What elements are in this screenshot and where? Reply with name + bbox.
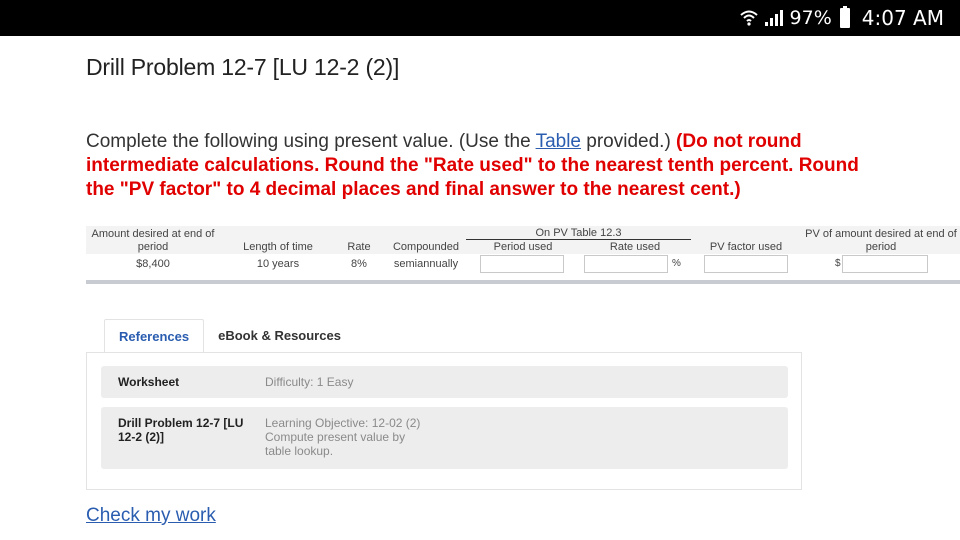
cell-rate: 8% <box>351 258 367 270</box>
status-icons: 97% 4:07 AM <box>739 0 944 36</box>
references-panel: Worksheet Difficulty: 1 Easy Drill Probl… <box>86 352 802 490</box>
header-pv-factor: PV factor used <box>709 241 783 253</box>
list-item: Drill Problem 12-7 [LU 12-2 (2)] Learnin… <box>101 407 788 469</box>
header-pv-amount: PV of amount desired at end of period <box>805 228 957 253</box>
reference-meta: Difficulty: 1 Easy <box>265 375 354 389</box>
clock: 4:07 AM <box>861 6 944 30</box>
battery-percent: 97% <box>789 7 832 29</box>
list-item: Worksheet Difficulty: 1 Easy <box>101 366 788 398</box>
header-rate-used: Rate used <box>609 241 661 253</box>
tab-references[interactable]: References <box>104 319 205 353</box>
reference-meta: Learning Objective: 12-02 (2) Compute pr… <box>265 416 421 458</box>
period-used-input[interactable] <box>480 255 564 273</box>
cell-length: 10 years <box>256 258 300 270</box>
reference-label: Worksheet <box>118 375 180 389</box>
cell-compounded: semiannually <box>393 258 459 270</box>
header-amount: Amount desired at end of period <box>91 228 215 253</box>
header-rate: Rate <box>347 241 371 253</box>
rate-used-input[interactable] <box>584 255 668 273</box>
table-link[interactable]: Table <box>536 131 581 152</box>
check-my-work-link[interactable]: Check my work <box>86 505 216 527</box>
header-group-rule <box>466 239 691 240</box>
pv-factor-input[interactable] <box>704 255 788 273</box>
problem-table: Amount desired at end of period Length o… <box>86 226 960 284</box>
currency-symbol: $ <box>835 258 841 269</box>
wifi-icon <box>739 10 758 26</box>
header-length: Length of time <box>243 241 313 253</box>
battery-icon <box>839 6 850 28</box>
rate-unit: % <box>672 258 681 269</box>
table-divider <box>86 280 960 284</box>
header-compounded: Compounded <box>392 241 460 253</box>
tab-ebook-resources[interactable]: eBook & Resources <box>204 319 355 353</box>
instructions: Complete the following using present val… <box>86 130 876 202</box>
header-period-used: Period used <box>493 241 553 253</box>
instructions-prefix: Complete the following using present val… <box>86 131 536 152</box>
pv-amount-input[interactable] <box>842 255 928 273</box>
page-title: Drill Problem 12-7 [LU 12-2 (2)] <box>86 54 400 80</box>
reference-tabs: References eBook & Resources <box>104 319 355 353</box>
cell-amount: $8,400 <box>136 258 170 270</box>
reference-label: Drill Problem 12-7 [LU 12-2 (2)] <box>118 416 244 444</box>
signal-icon <box>764 10 783 26</box>
instructions-middle: provided.) <box>581 131 677 152</box>
status-bar: 97% 4:07 AM <box>0 0 960 36</box>
